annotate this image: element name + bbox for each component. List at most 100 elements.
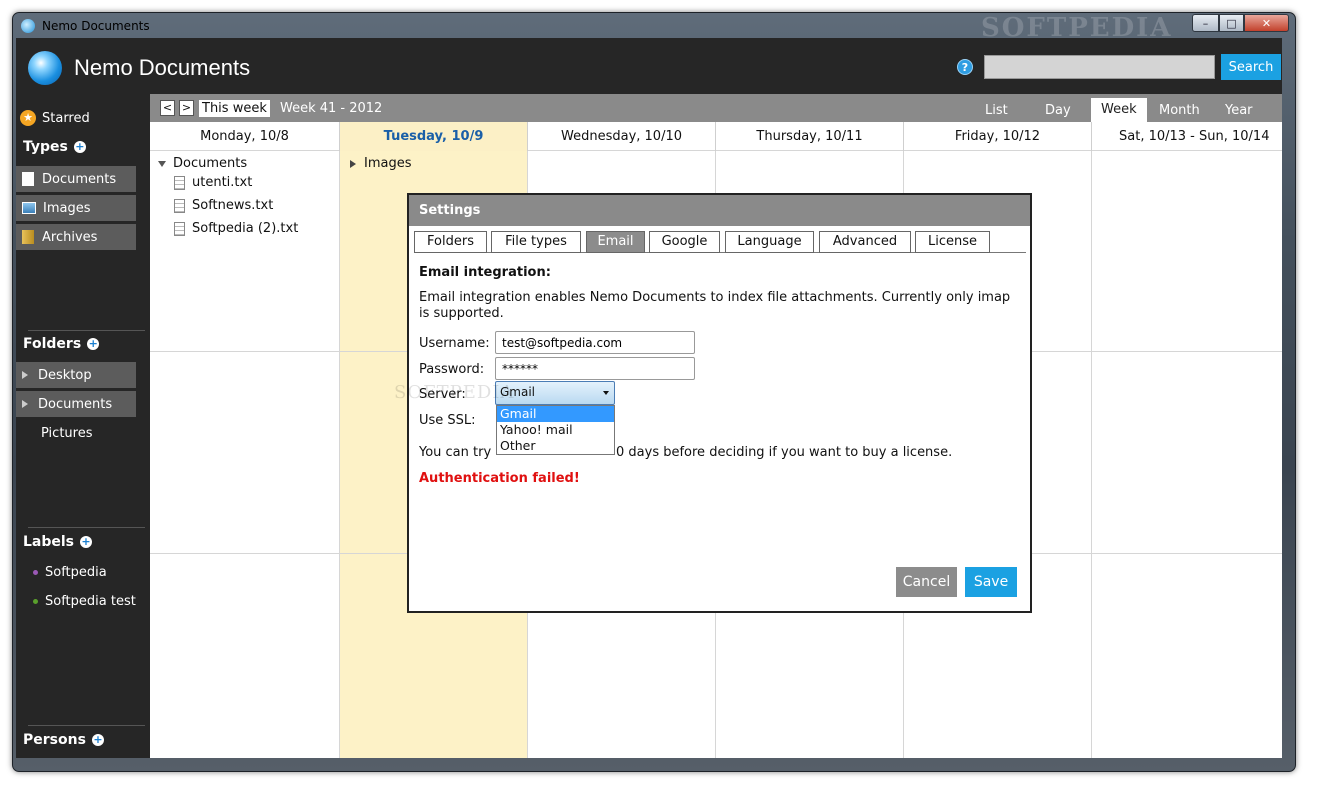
sidebar-item-label: Archives <box>42 229 98 245</box>
types-title: Types <box>23 139 68 155</box>
archive-icon <box>22 230 34 244</box>
tab-file-types[interactable]: File types <box>491 231 581 253</box>
prev-week-button[interactable]: < <box>160 100 175 116</box>
calendar-toolbar: < > This week Week 41 - 2012 List Day We… <box>150 94 1282 122</box>
help-icon[interactable]: ? <box>957 59 973 75</box>
tab-email[interactable]: Email <box>586 231 645 253</box>
watermark: SOFTPEDIA <box>394 382 515 403</box>
sidebar-label-softpedia-test[interactable]: Softpedia test <box>33 594 149 609</box>
this-week-button[interactable]: This week <box>199 100 270 117</box>
search-button[interactable]: Search <box>1221 54 1281 80</box>
day-header-thursday: Thursday, 10/11 <box>716 122 904 151</box>
day-column-monday[interactable]: Documents utenti.txt Softnews.txt Softpe… <box>150 151 340 758</box>
tab-google[interactable]: Google <box>649 231 720 253</box>
view-tab-list[interactable]: List <box>985 103 1008 118</box>
settings-tabs: Folders File types Email Google Language… <box>414 231 1026 253</box>
add-folder-plus-icon[interactable]: + <box>87 338 100 350</box>
next-week-button[interactable]: > <box>179 100 194 116</box>
error-message: Authentication failed! <box>419 471 580 486</box>
sidebar-item-images[interactable]: Images <box>16 195 136 221</box>
file-item[interactable]: utenti.txt <box>174 175 252 190</box>
labels-section-title: Labels + <box>23 534 93 550</box>
chevron-down-icon <box>603 391 609 395</box>
week-label: Week 41 - 2012 <box>280 101 383 116</box>
text-file-icon <box>174 198 185 213</box>
tab-folders[interactable]: Folders <box>414 231 487 253</box>
tab-language[interactable]: Language <box>725 231 814 253</box>
divider <box>28 527 145 528</box>
sidebar-item-archives[interactable]: Archives <box>16 224 136 250</box>
collapse-arrow-icon[interactable] <box>158 160 166 167</box>
settings-dialog: Settings Folders File types Email Google… <box>394 193 1032 613</box>
starred-label: Starred <box>42 110 90 126</box>
sidebar-item-pictures[interactable]: Pictures <box>16 420 136 446</box>
expand-arrow-icon[interactable] <box>22 400 28 408</box>
view-tab-week[interactable]: Week <box>1091 98 1147 122</box>
day-header-tuesday: Tuesday, 10/9 <box>340 122 528 151</box>
text-file-icon <box>174 221 185 236</box>
label-dot-icon <box>33 570 38 575</box>
server-option-other[interactable]: Other <box>497 438 614 454</box>
server-option-gmail[interactable]: Gmail <box>497 406 614 422</box>
divider <box>28 725 145 726</box>
cancel-button[interactable]: Cancel <box>896 567 957 597</box>
email-description: Email integration enables Nemo Documents… <box>419 290 1011 321</box>
dialog-title[interactable]: Settings <box>409 195 1030 226</box>
server-option-yahoo[interactable]: Yahoo! mail <box>497 422 614 438</box>
sidebar-item-documents[interactable]: Documents <box>16 166 136 192</box>
group-images[interactable]: Images <box>350 156 412 171</box>
file-name: Softpedia (2).txt <box>192 221 299 236</box>
window-title: Nemo Documents <box>42 19 150 33</box>
group-documents[interactable]: Documents <box>158 156 247 171</box>
view-tab-year[interactable]: Year <box>1225 103 1253 118</box>
trial-text-right: 0 days before deciding if you want to bu… <box>616 445 953 460</box>
persons-section-title: Persons + <box>23 732 104 748</box>
label-dot-icon <box>33 599 38 604</box>
text-file-icon <box>174 175 185 190</box>
save-button[interactable]: Save <box>965 567 1017 597</box>
nemo-logo-icon <box>28 51 62 85</box>
username-label: Username: <box>419 336 490 351</box>
day-header-wednesday: Wednesday, 10/10 <box>528 122 716 151</box>
folders-title: Folders <box>23 336 82 352</box>
expand-arrow-icon[interactable] <box>350 159 356 168</box>
view-tab-month[interactable]: Month <box>1159 103 1200 118</box>
email-heading: Email integration: <box>419 265 551 280</box>
file-name: utenti.txt <box>192 175 253 190</box>
day-column-weekend[interactable] <box>1092 151 1282 758</box>
file-item[interactable]: Softnews.txt <box>174 198 273 213</box>
add-person-plus-icon[interactable]: + <box>91 734 104 746</box>
sidebar-item-folder-documents[interactable]: Documents <box>16 391 136 417</box>
star-icon: ★ <box>20 110 36 126</box>
day-headers: Monday, 10/8 Tuesday, 10/9 Wednesday, 10… <box>150 122 1282 151</box>
label-name: Softpedia test <box>45 594 136 609</box>
minimize-button[interactable]: – <box>1192 14 1219 32</box>
group-label: Images <box>364 156 412 171</box>
tab-license[interactable]: License <box>915 231 990 253</box>
add-label-plus-icon[interactable]: + <box>80 536 93 548</box>
sidebar-item-starred[interactable]: ★ Starred <box>20 110 90 126</box>
add-type-plus-icon[interactable]: + <box>73 141 86 153</box>
group-label: Documents <box>173 156 248 171</box>
file-item[interactable]: Softpedia (2).txt <box>174 221 298 236</box>
sidebar-item-desktop[interactable]: Desktop <box>16 362 136 388</box>
close-button[interactable]: ✕ <box>1244 14 1289 32</box>
tab-advanced[interactable]: Advanced <box>819 231 911 253</box>
password-field[interactable] <box>495 357 695 380</box>
sidebar-item-label: Documents <box>38 396 113 412</box>
sidebar-item-label: Images <box>43 200 91 216</box>
folders-section-title: Folders + <box>23 336 100 352</box>
document-icon <box>22 172 34 186</box>
sidebar-label-softpedia[interactable]: Softpedia <box>33 565 107 580</box>
search-input[interactable] <box>984 55 1215 79</box>
sidebar-item-label: Pictures <box>41 425 93 441</box>
expand-arrow-icon[interactable] <box>22 371 28 379</box>
title-bar[interactable]: Nemo Documents SOFTPEDIA – □ ✕ <box>13 13 1295 43</box>
maximize-button[interactable]: □ <box>1219 14 1244 32</box>
sidebar: ★ Starred Types + Documents Images Archi… <box>16 94 149 758</box>
view-tab-day[interactable]: Day <box>1045 103 1071 118</box>
username-field[interactable] <box>495 331 695 354</box>
types-section-title: Types + <box>23 139 86 155</box>
server-dropdown-list: Gmail Yahoo! mail Other <box>496 405 615 455</box>
trial-text-left: You can try <box>419 445 492 460</box>
